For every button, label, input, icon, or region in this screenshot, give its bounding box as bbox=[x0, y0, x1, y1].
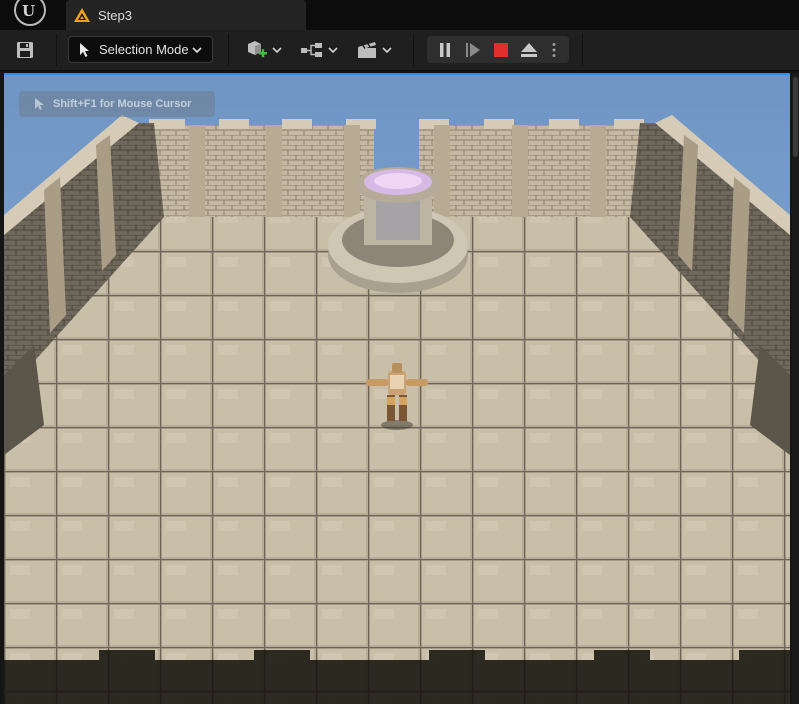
toolbar-separator bbox=[56, 34, 57, 66]
toolbar-separator bbox=[228, 34, 229, 66]
hint-text: Shift+F1 for Mouse Cursor bbox=[53, 98, 192, 110]
cinematics-button[interactable] bbox=[350, 36, 398, 63]
chevron-down-icon bbox=[382, 46, 392, 53]
tab-label: Step3 bbox=[98, 8, 132, 23]
scrollbar-thumb[interactable] bbox=[793, 77, 798, 157]
blueprints-button[interactable] bbox=[295, 36, 343, 63]
eject-icon bbox=[521, 42, 537, 57]
game-scene bbox=[4, 75, 790, 704]
save-button[interactable] bbox=[8, 36, 42, 63]
clapperboard-icon bbox=[358, 41, 376, 58]
selection-mode-dropdown[interactable]: Selection Mode bbox=[68, 36, 213, 63]
selection-mode-label: Selection Mode bbox=[99, 42, 189, 57]
play-controls-group bbox=[427, 36, 569, 63]
stop-icon bbox=[494, 42, 508, 57]
resume-button[interactable] bbox=[459, 36, 487, 63]
more-options-icon bbox=[552, 42, 556, 57]
add-actor-icon bbox=[248, 40, 267, 57]
pause-button[interactable] bbox=[431, 36, 459, 63]
unreal-logo-icon[interactable]: U bbox=[14, 0, 46, 26]
mouse-cursor-hint: Shift+F1 for Mouse Cursor bbox=[19, 91, 215, 117]
chevron-down-icon bbox=[328, 46, 338, 53]
level-editor-toolbar: Selection Mode bbox=[0, 30, 799, 71]
play-options-button[interactable] bbox=[543, 36, 565, 63]
level-viewport[interactable]: Shift+F1 for Mouse Cursor bbox=[4, 73, 790, 704]
stop-button[interactable] bbox=[487, 36, 515, 63]
blueprint-icon bbox=[301, 42, 322, 57]
quick-add-button[interactable] bbox=[240, 36, 288, 63]
viewport-scrollbar[interactable] bbox=[792, 73, 799, 704]
unreal-map-icon bbox=[74, 8, 90, 22]
save-icon bbox=[17, 41, 33, 58]
cursor-arrow-icon bbox=[35, 98, 44, 110]
chevron-down-icon bbox=[272, 46, 282, 53]
tab-step3[interactable]: Step3 bbox=[66, 0, 306, 30]
resume-icon bbox=[466, 42, 480, 57]
chevron-down-icon bbox=[192, 46, 202, 53]
toolbar-separator bbox=[582, 34, 583, 66]
selection-cursor-icon bbox=[80, 42, 89, 57]
editor-tab-bar: U Step3 bbox=[0, 0, 799, 30]
eject-button[interactable] bbox=[515, 36, 543, 63]
toolbar-separator bbox=[413, 34, 414, 66]
pause-icon bbox=[440, 42, 450, 57]
